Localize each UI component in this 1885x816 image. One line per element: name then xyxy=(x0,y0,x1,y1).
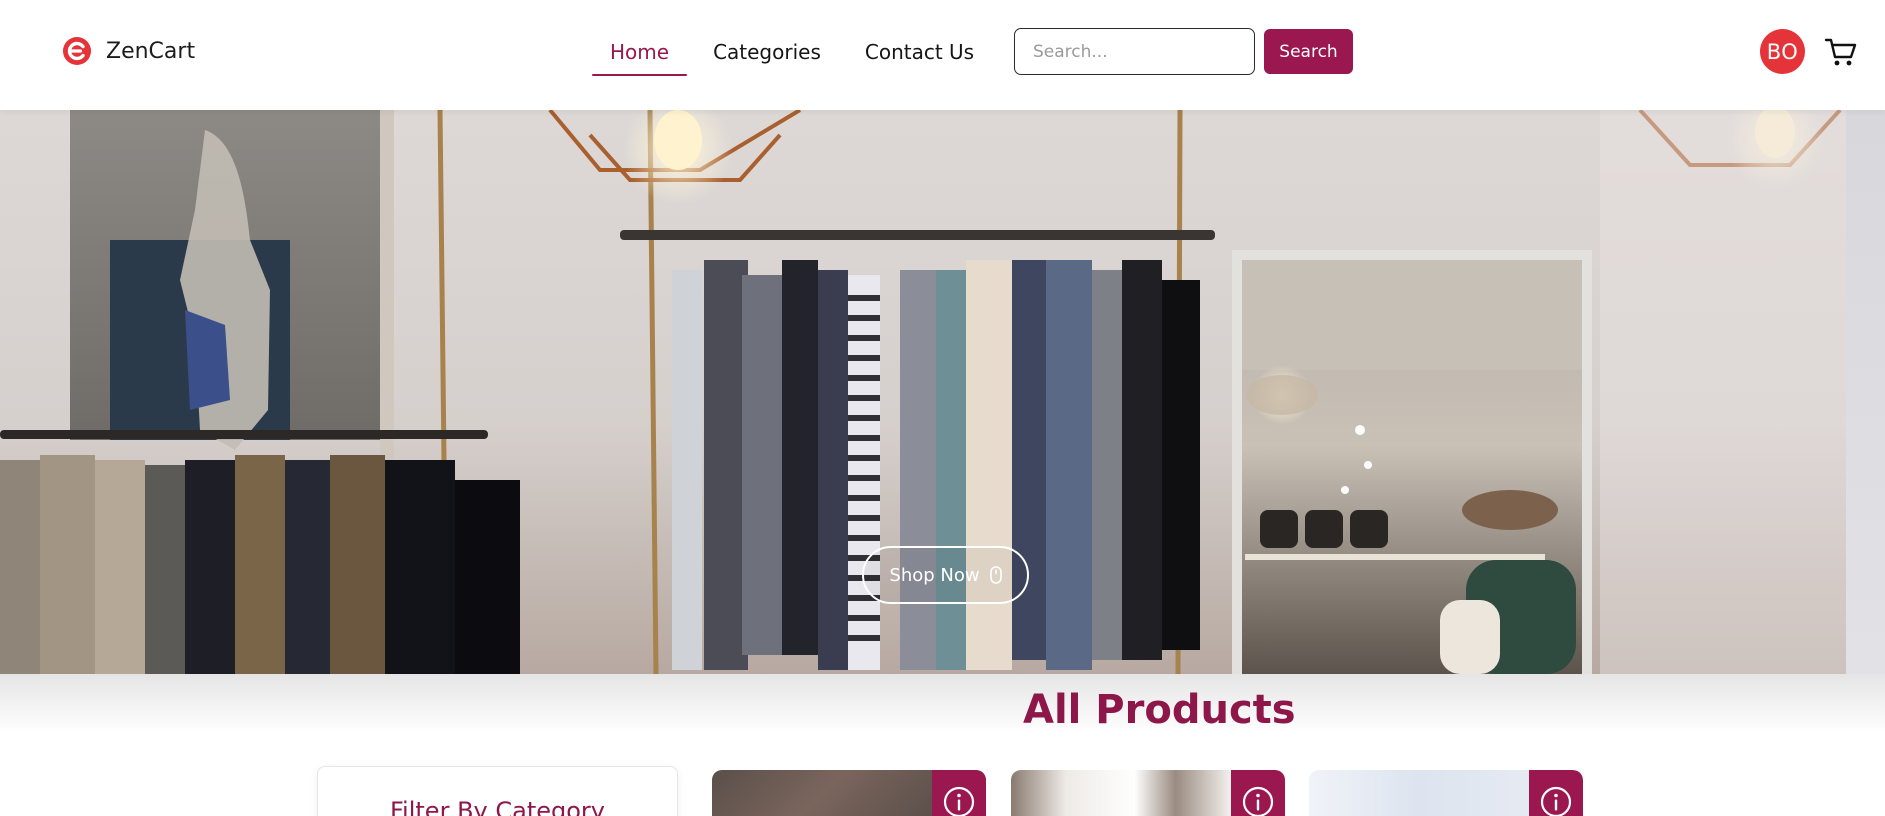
product-card[interactable] xyxy=(1309,770,1583,816)
main-nav: Home Categories Contact Us xyxy=(592,28,1000,78)
brand-name: ZenCart xyxy=(106,38,196,64)
product-info-button[interactable] xyxy=(932,770,986,816)
product-info-button[interactable] xyxy=(1529,770,1583,816)
shop-now-button[interactable]: Shop Now xyxy=(862,546,1029,604)
hero-banner: Shop Now xyxy=(0,110,1846,674)
search-input[interactable] xyxy=(1014,28,1255,75)
brand[interactable]: ZenCart xyxy=(62,36,195,66)
info-icon xyxy=(1242,786,1274,816)
product-info-button[interactable] xyxy=(1231,770,1285,816)
mouse-icon xyxy=(989,566,1002,584)
nav-categories[interactable]: Categories xyxy=(695,28,839,76)
section-title-all-products: All Products xyxy=(1023,687,1296,733)
search-button[interactable]: Search xyxy=(1264,29,1353,74)
hero-shadow xyxy=(0,674,1885,734)
hero-edge xyxy=(1846,110,1885,674)
user-avatar[interactable]: BO xyxy=(1760,29,1805,74)
top-navbar: ZenCart Home Categories Contact Us Searc… xyxy=(0,0,1885,110)
shopping-cart-icon[interactable] xyxy=(1824,36,1858,68)
filter-panel: Filter By Category xyxy=(317,766,678,816)
info-icon xyxy=(943,786,975,816)
info-icon xyxy=(1540,786,1572,816)
filter-title: Filter By Category xyxy=(390,797,605,816)
zencart-logo-icon xyxy=(63,37,91,65)
nav-home[interactable]: Home xyxy=(592,28,688,76)
product-card[interactable] xyxy=(1011,770,1285,816)
product-card[interactable] xyxy=(712,770,986,816)
shop-now-label: Shop Now xyxy=(889,564,980,586)
nav-contact-us[interactable]: Contact Us xyxy=(847,28,992,76)
